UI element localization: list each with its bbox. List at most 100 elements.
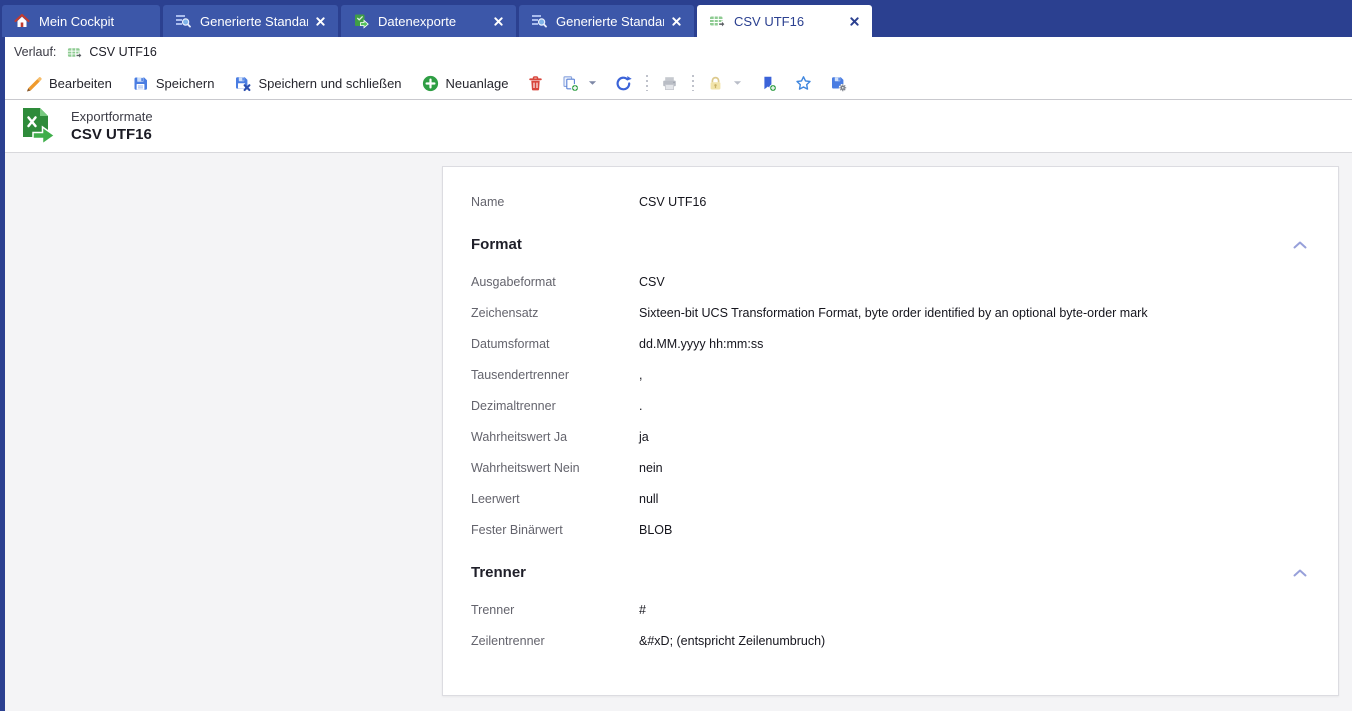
field-value: , (639, 368, 643, 382)
field-wahrheitswert-nein: Wahrheitswert Nein nein (471, 461, 1308, 478)
chevron-up-icon (1293, 241, 1307, 248)
new-button-label: Neuanlage (445, 75, 509, 91)
field-zeilentrenner: Zeilentrenner &#xD; (entspricht Zeilenum… (471, 634, 1308, 651)
save-close-button[interactable]: Speichern und schließen (224, 70, 411, 96)
section-trenner: Trenner (471, 564, 1308, 581)
save-button[interactable]: Speichern (122, 70, 225, 96)
tab-label: Datenexporte (378, 13, 457, 29)
save-settings-button[interactable] (821, 70, 856, 96)
printer-icon (661, 75, 678, 92)
edit-button-label: Bearbeiten (49, 75, 112, 91)
caret-down-icon (588, 80, 597, 86)
section-format: Format (471, 236, 1308, 253)
content-area: Name CSV UTF16 Format Ausgabeformat CSV … (5, 153, 1352, 711)
field-value: dd.MM.yyyy hh:mm:ss (639, 337, 764, 351)
field-label: Zeilentrenner (471, 634, 545, 648)
refresh-button[interactable] (606, 70, 641, 96)
field-label: Tausendertrenner (471, 368, 569, 382)
history-item-csv-utf16[interactable]: CSV UTF16 (67, 45, 157, 60)
close-icon[interactable] (846, 13, 862, 29)
bookmark-add-button[interactable] (751, 70, 786, 96)
field-zeichensatz: Zeichensatz Sixteen-bit UCS Transformati… (471, 306, 1308, 323)
field-value: CSV UTF16 (639, 195, 707, 209)
save-icon (132, 75, 149, 92)
report-search-icon (531, 13, 547, 29)
field-wahrheitswert-ja: Wahrheitswert Ja ja (471, 430, 1308, 447)
csv-format-icon (67, 45, 83, 60)
section-title: Format (471, 236, 522, 253)
field-label: Dezimaltrenner (471, 399, 556, 413)
field-value: &#xD; (entspricht Zeilenumbruch) (639, 634, 826, 648)
main-area: Verlauf: CSV UTF16 Bearbeiten Speichern … (0, 37, 1352, 711)
refresh-icon (615, 75, 633, 92)
copy-add-icon (562, 75, 580, 92)
field-name: Name CSV UTF16 (471, 195, 1308, 212)
close-icon[interactable] (670, 13, 684, 29)
history-item-label: CSV UTF16 (89, 45, 157, 59)
favorite-button[interactable] (786, 70, 821, 96)
field-tausendertrenner: Tausendertrenner , (471, 368, 1308, 385)
field-value: CSV (639, 275, 665, 289)
toolbar-separator (645, 75, 649, 91)
field-ausgabeformat: Ausgabeformat CSV (471, 275, 1308, 292)
save-close-button-label: Speichern und schließen (258, 75, 402, 91)
field-label: Zeichensatz (471, 306, 539, 320)
close-icon[interactable] (490, 13, 506, 29)
field-label: Wahrheitswert Ja (471, 430, 568, 444)
bookmark-add-icon (760, 75, 778, 92)
field-label: Fester Binärwert (471, 523, 563, 537)
edit-button[interactable]: Bearbeiten (15, 70, 122, 96)
tab-generierte-standard-2[interactable]: Generierte Standar... (519, 5, 694, 37)
field-label: Trenner (471, 603, 515, 617)
field-value: null (639, 492, 659, 506)
toolbar: Bearbeiten Speichern Speichern und schli… (5, 67, 1352, 100)
save-button-label: Speichern (155, 75, 215, 91)
history-bar: Verlauf: CSV UTF16 (5, 37, 1352, 67)
field-label: Datumsformat (471, 337, 550, 351)
page-title: CSV UTF16 (71, 126, 152, 143)
detail-panel: Name CSV UTF16 Format Ausgabeformat CSV … (442, 166, 1339, 696)
record-type-label: Exportformate (71, 109, 153, 124)
tab-label: CSV UTF16 (734, 13, 805, 29)
chevron-up-icon (1293, 569, 1307, 576)
field-value: nein (639, 461, 663, 475)
field-value: BLOB (639, 523, 673, 537)
field-fester-binaerwert: Fester Binärwert BLOB (471, 523, 1308, 540)
field-value: . (639, 399, 643, 413)
tab-datenexporte[interactable]: Datenexporte (341, 5, 516, 37)
lock-icon (707, 75, 724, 92)
home-icon (14, 13, 30, 29)
tab-generierte-standard-1[interactable]: Generierte Standar... (163, 5, 338, 37)
record-header: Exportformate CSV UTF16 (5, 100, 1352, 153)
lock-button[interactable] (698, 70, 751, 96)
field-dezimaltrenner: Dezimaltrenner . (471, 399, 1308, 416)
pencil-icon (25, 75, 42, 92)
field-label: Wahrheitswert Nein (471, 461, 580, 475)
history-label: Verlauf: (14, 45, 57, 59)
tab-bar: Mein Cockpit Generierte Standar... (0, 0, 1352, 37)
tab-mein-cockpit[interactable]: Mein Cockpit (2, 5, 160, 37)
section-title: Trenner (471, 564, 527, 581)
field-trenner: Trenner # (471, 603, 1308, 620)
tab-csv-utf16[interactable]: CSV UTF16 (697, 5, 872, 37)
field-value: Sixteen-bit UCS Transformation Format, b… (639, 306, 1148, 320)
export-format-icon (19, 107, 57, 145)
copy-add-button[interactable] (553, 70, 606, 96)
caret-down-icon (733, 80, 742, 86)
collapse-section-button[interactable] (1292, 565, 1308, 581)
new-button[interactable]: Neuanlage (412, 70, 519, 96)
field-value: ja (639, 430, 649, 444)
tab-label: Mein Cockpit (39, 13, 115, 29)
close-icon[interactable] (314, 13, 328, 29)
field-label: Leerwert (471, 492, 520, 506)
save-settings-icon (830, 75, 847, 92)
print-button[interactable] (652, 70, 687, 96)
collapse-section-button[interactable] (1292, 237, 1308, 253)
save-close-icon (234, 75, 251, 92)
tab-label: Generierte Standar... (556, 13, 664, 29)
tab-label: Generierte Standar... (200, 13, 308, 29)
field-datumsformat: Datumsformat dd.MM.yyyy hh:mm:ss (471, 337, 1308, 354)
report-search-icon (175, 13, 191, 29)
delete-button[interactable] (518, 70, 553, 96)
field-label: Ausgabeformat (471, 275, 556, 289)
